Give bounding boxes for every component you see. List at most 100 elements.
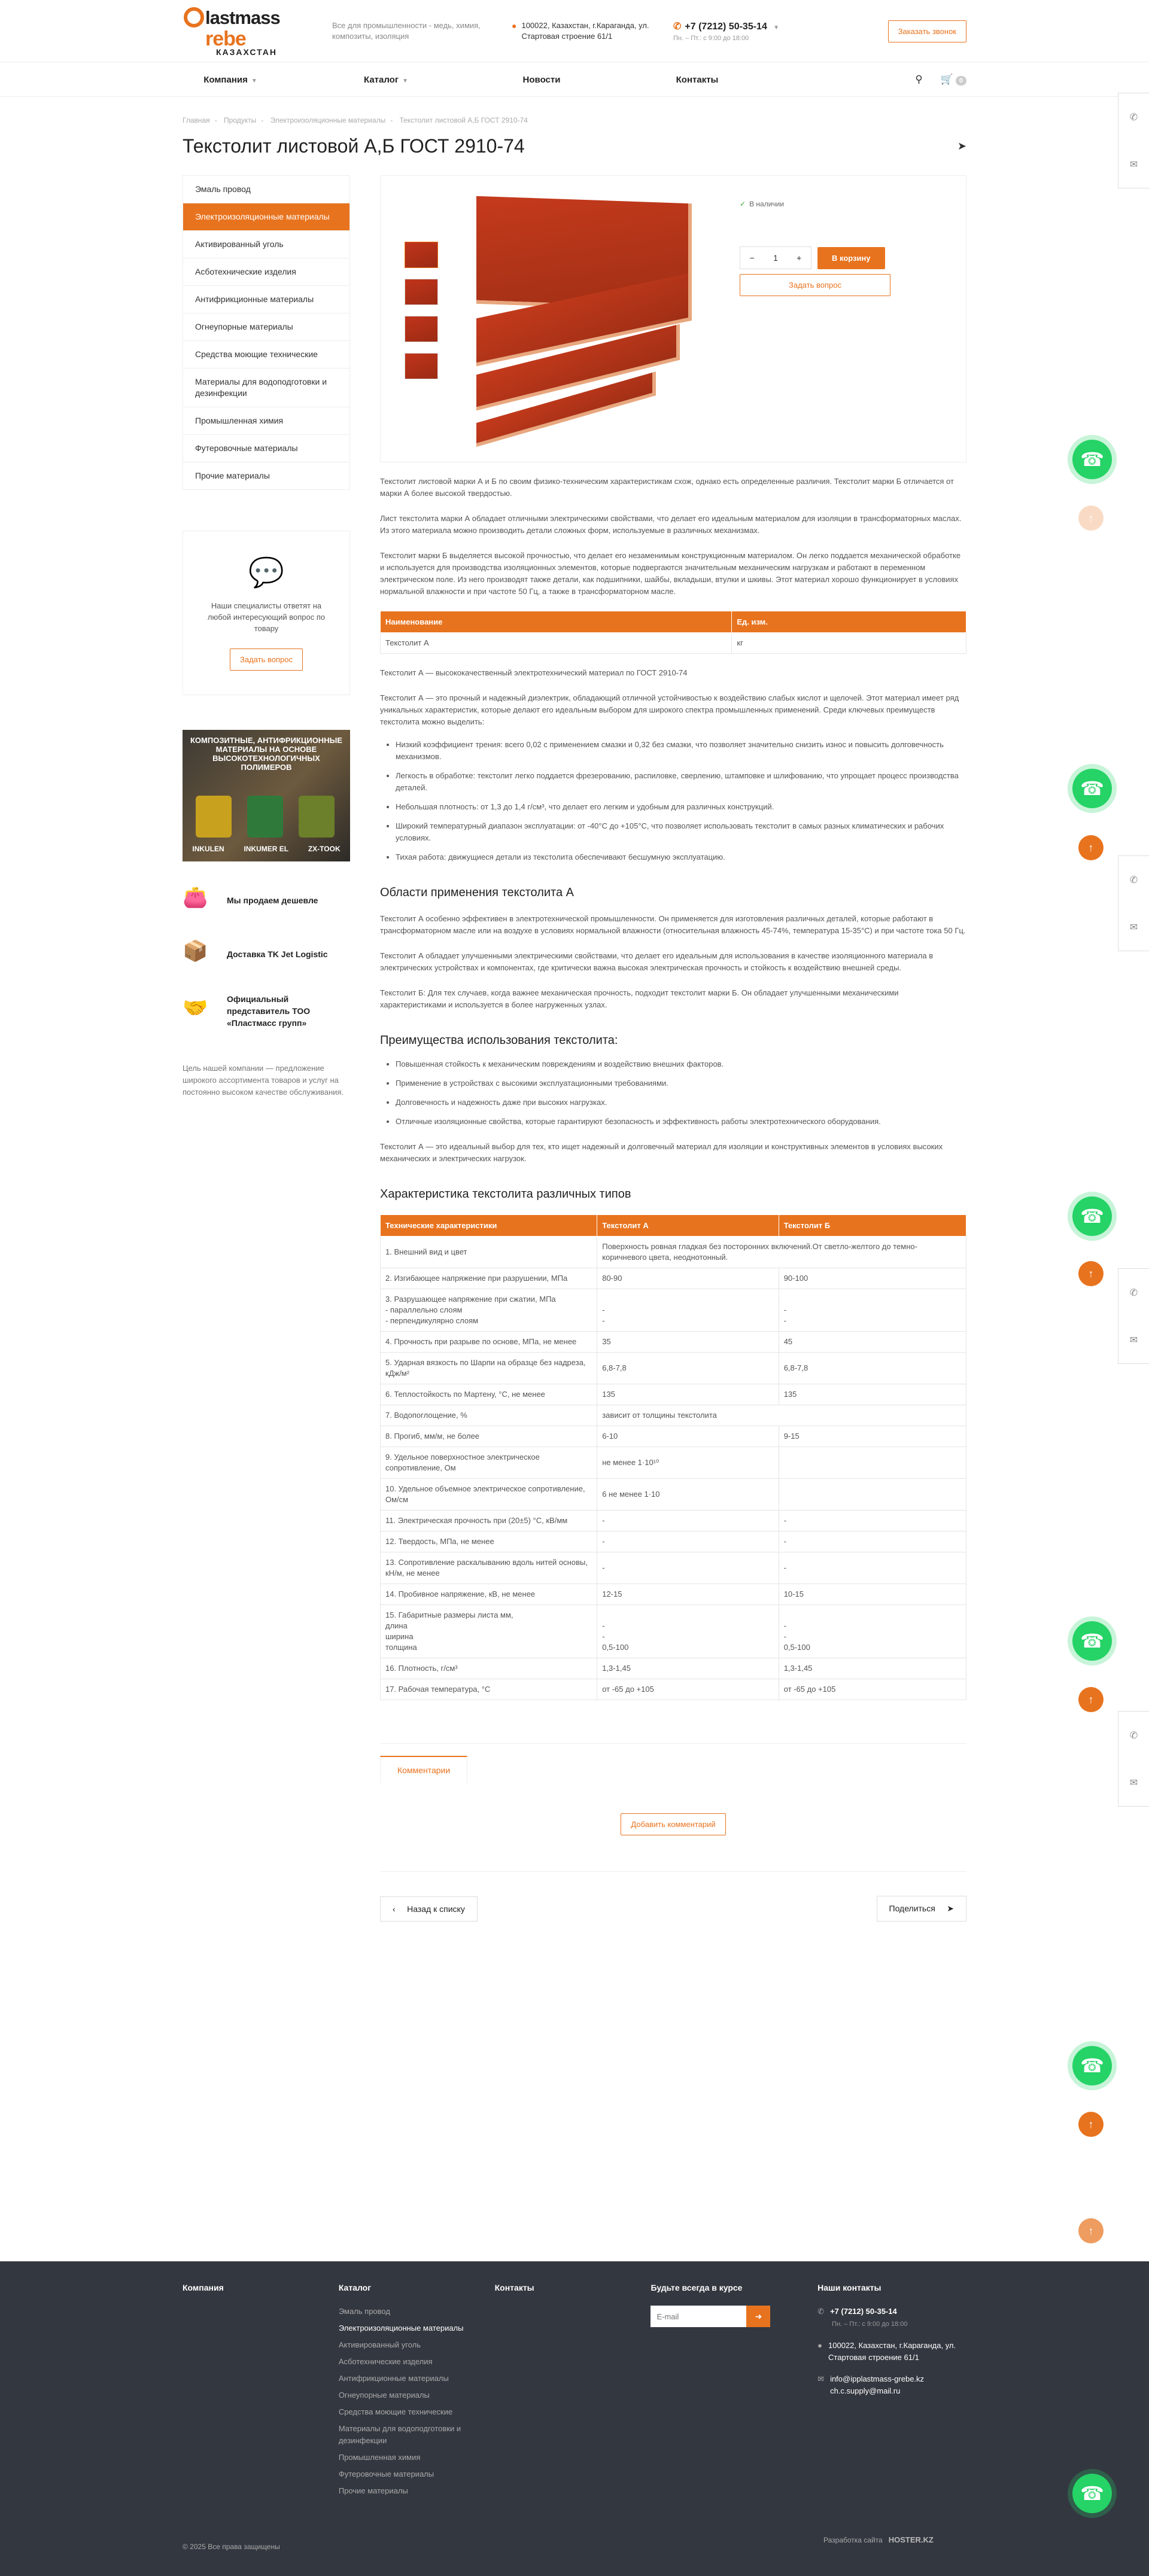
phone-icon[interactable]: ✆	[1130, 111, 1138, 123]
quantity-value[interactable]: 1	[773, 253, 778, 263]
table-cell: 11. Электрическая прочность при (20±5) °…	[379, 1510, 598, 1531]
breadcrumb-item[interactable]: Электроизоляционные материалы	[270, 116, 386, 124]
sidebar-item-lining[interactable]: Футеровочные материалы	[183, 435, 349, 462]
cart-icon[interactable]: 🛒 0	[941, 74, 966, 86]
tab-comments[interactable]: Комментарии	[380, 1756, 468, 1783]
product-main-image[interactable]	[464, 196, 716, 447]
whatsapp-icon[interactable]: ☎	[1072, 440, 1112, 479]
scroll-up-icon[interactable]: ↑	[1078, 835, 1104, 860]
whatsapp-icon[interactable]: ☎	[1072, 2474, 1112, 2513]
breadcrumb-item[interactable]: Главная	[183, 116, 210, 124]
footer-link[interactable]: Огнеупорные материалы	[339, 2389, 495, 2401]
callback-button[interactable]: Заказать звонок	[887, 20, 966, 42]
footer-email[interactable]: ✉ info@ipplastmass-grebe.kz ch.c.supply@m…	[817, 2373, 966, 2397]
mail-icon[interactable]: ✉	[1130, 921, 1138, 933]
table-cell: 10-15	[778, 1584, 967, 1605]
table-row: 7. Водопоглощение, % зависит от толщины т…	[379, 1405, 966, 1426]
feature-cheaper: 👛 Мы продаем дешевле	[183, 885, 350, 915]
breadcrumb-item[interactable]: Продукты	[224, 116, 256, 124]
sidebar-item-asbestos[interactable]: Асботехнические изделия	[183, 258, 349, 286]
table-row: 9. Удельное поверхностное электрическое …	[379, 1447, 967, 1479]
footer-link[interactable]: Прочие материалы	[339, 2485, 495, 2497]
footer-link[interactable]: Активированный уголь	[339, 2339, 495, 2351]
footer-link[interactable]: Промышленная химия	[339, 2452, 495, 2464]
sidebar-item-activated-carbon[interactable]: Активированный уголь	[183, 231, 349, 258]
product-thumbnail[interactable]	[405, 353, 438, 379]
nav-item-company[interactable]: Компания ▼	[183, 75, 278, 85]
nav-item-news[interactable]: Новости	[494, 75, 589, 85]
site-logo[interactable]: lastmass rebe КАЗАХСТАН	[183, 4, 314, 59]
phone-icon: ✆	[673, 22, 682, 32]
whatsapp-icon[interactable]: ☎	[1072, 2046, 1112, 2085]
table-header: Текстолит Б	[778, 1214, 967, 1237]
promo-product-image	[247, 796, 283, 838]
footer-col-title[interactable]: Контакты	[495, 2283, 651, 2292]
sidebar-item-chemistry[interactable]: Промышленная химия	[183, 407, 349, 435]
table-cell: 5. Ударная вязкость по Шарпи на образце …	[379, 1352, 598, 1384]
developer-credit[interactable]: Разработка сайта HOSTER.KZ	[823, 2535, 934, 2544]
footer-col-title[interactable]: Каталог	[339, 2283, 495, 2292]
sidebar-item-detergents[interactable]: Средства моющие технические	[183, 341, 349, 369]
feature-delivery: 📦 Доставка TK Jet Logistic	[183, 939, 350, 969]
footer-link[interactable]: Асботехнические изделия	[339, 2356, 495, 2368]
plus-icon[interactable]: +	[797, 253, 801, 263]
table-cell: 6,8-7,8	[778, 1352, 967, 1384]
footer-phone[interactable]: ✆ +7 (7212) 50-35-14 Пн. – Пт.: с 9:00 до …	[817, 2306, 966, 2330]
sidebar-item-insulation[interactable]: Электроизоляционные материалы	[183, 203, 349, 231]
product-thumbnail[interactable]	[405, 316, 438, 342]
footer-link[interactable]: Материалы для водоподготовки и дезинфекц…	[339, 2423, 495, 2447]
footer-address-text: 100022, Казахстан, г.Караганда, ул. Стар…	[828, 2341, 956, 2362]
sidebar-item-antifriction[interactable]: Антифрикционные материалы	[183, 286, 349, 313]
scroll-up-icon[interactable]: ↑	[1078, 506, 1104, 531]
ask-question-button[interactable]: Задать вопрос	[230, 648, 303, 671]
phone-icon[interactable]: ✆	[1130, 874, 1138, 886]
whatsapp-icon[interactable]: ☎	[1072, 1196, 1112, 1236]
footer-link[interactable]: Антифрикционные материалы	[339, 2373, 495, 2385]
product-ask-button[interactable]: Задать вопрос	[740, 274, 890, 296]
scroll-up-icon[interactable]: ↑	[1078, 1687, 1104, 1712]
product-thumbnail[interactable]	[405, 242, 438, 268]
nav-item-catalog[interactable]: Каталог ▼	[338, 75, 434, 85]
footer-link[interactable]: Футеровочные материалы	[339, 2468, 495, 2480]
section-heading: Области применения текстолита А	[380, 886, 574, 899]
arrow-right-icon[interactable]: ➜	[746, 2306, 771, 2327]
phone-icon[interactable]: ✆	[1130, 1287, 1138, 1299]
scroll-up-icon[interactable]: ↑	[1078, 2112, 1104, 2137]
subscribe-email-input[interactable]	[651, 2306, 747, 2327]
mail-icon: ✉	[817, 2374, 825, 2383]
whatsapp-icon[interactable]: ☎	[1072, 769, 1112, 808]
footer-link[interactable]: Эмаль провод	[339, 2306, 495, 2318]
side-contact-toolbar: ✆ ✉	[1118, 1268, 1149, 1364]
header-phone-block: ✆ +7 (7212) 50-35-14 ▼ Пн. – Пт.: с 9:00 …	[673, 20, 793, 42]
phone-icon[interactable]: ✆	[1130, 1729, 1138, 1741]
chevron-down-icon[interactable]: ▼	[773, 25, 779, 31]
footer-col-title[interactable]: Компания	[183, 2283, 339, 2292]
add-comment-button[interactable]: Добавить комментарий	[621, 1813, 726, 1835]
back-to-list-button[interactable]: ‹ Назад к списку	[380, 1896, 478, 1922]
share-button[interactable]: Поделиться ➤	[876, 1896, 966, 1922]
product-thumbnail[interactable]	[405, 279, 438, 305]
nav-item-contacts[interactable]: Контакты	[649, 75, 745, 85]
footer-link-current[interactable]: Электроизоляционные материалы	[339, 2322, 495, 2334]
promo-banner[interactable]: КОМПОЗИТНЫЕ, АНТИФРИКЦИОННЫЕ МАТЕРИАЛЫ Н…	[183, 730, 350, 861]
product-description: Текстолит листовой марки А и Б по своим …	[379, 476, 967, 1700]
mail-icon[interactable]: ✉	[1130, 1334, 1138, 1346]
add-to-cart-button[interactable]: В корзину	[817, 246, 885, 269]
mail-icon[interactable]: ✉	[1130, 159, 1138, 170]
sidebar-item-other[interactable]: Прочие материалы	[183, 462, 349, 489]
sidebar-item-water-treatment[interactable]: Материалы для водоподготовки и дезинфекц…	[183, 369, 349, 407]
search-icon[interactable]: ⚲	[915, 74, 922, 86]
share-icon[interactable]: ➤	[957, 140, 966, 153]
sidebar-item-enamel-wire[interactable]: Эмаль провод	[183, 176, 349, 203]
whatsapp-icon[interactable]: ☎	[1072, 1621, 1112, 1661]
scroll-up-icon[interactable]: ↑	[1078, 1261, 1104, 1286]
footer-link[interactable]: Средства моющие технические	[339, 2406, 495, 2418]
minus-icon[interactable]: −	[750, 253, 755, 263]
table-cell: 8. Прогиб, мм/м, не более	[379, 1426, 598, 1447]
header-phone[interactable]: ✆ +7 (7212) 50-35-14 ▼	[673, 20, 793, 32]
table-cell: 3. Разрушающее напряжение при сжатии, МП…	[379, 1289, 598, 1332]
scroll-up-icon[interactable]: ↑	[1078, 2218, 1104, 2243]
sidebar-item-refractory[interactable]: Огнеупорные материалы	[183, 313, 349, 341]
side-contact-toolbar: ✆ ✉	[1118, 1711, 1149, 1807]
mail-icon[interactable]: ✉	[1130, 1777, 1138, 1789]
